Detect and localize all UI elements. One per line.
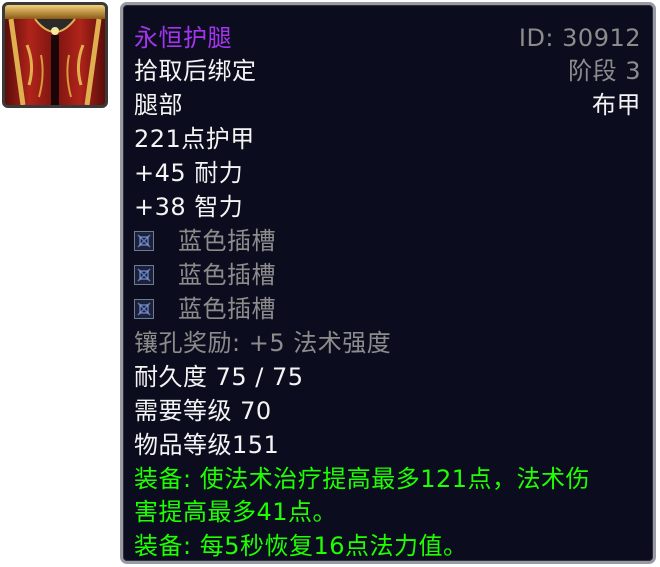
blue-socket-icon	[134, 299, 154, 319]
socket-label: 蓝色插槽	[178, 227, 276, 255]
armor-value: 221点护甲	[134, 125, 255, 153]
socket-slot: 蓝色插槽	[134, 260, 276, 290]
stat-stamina: +45 耐力	[134, 159, 244, 187]
socket-label: 蓝色插槽	[178, 261, 276, 289]
equip-effect-line: 装备: 使法术治疗提高最多121点，法术伤	[134, 465, 591, 493]
socket-label: 蓝色插槽	[178, 295, 276, 323]
item-level: 物品等级151	[134, 431, 280, 459]
durability: 耐久度 75 / 75	[134, 363, 304, 391]
blue-socket-icon	[134, 231, 154, 251]
item-stage: 阶段 3	[568, 57, 641, 85]
stat-intellect: +38 智力	[134, 193, 244, 221]
equip-effect-line: 装备: 每5秒恢复16点法力值。	[134, 532, 468, 560]
equip-effect-line: 害提高最多41点。	[134, 498, 338, 526]
leggings-icon[interactable]	[2, 2, 108, 108]
socket-slot: 蓝色插槽	[134, 294, 276, 324]
required-level: 需要等级 70	[134, 397, 272, 425]
item-slot: 腿部	[134, 91, 183, 119]
bind-type: 拾取后绑定	[134, 57, 257, 85]
socket-bonus: 镶孔奖励: +5 法术强度	[134, 329, 392, 357]
item-name: 永恒护腿	[134, 24, 232, 52]
item-tooltip: 永恒护腿 ID: 30912 拾取后绑定 阶段 3 腿部 布甲 221点护甲 +…	[120, 2, 656, 564]
armor-type: 布甲	[592, 91, 641, 119]
item-tooltip-screen: 永恒护腿 ID: 30912 拾取后绑定 阶段 3 腿部 布甲 221点护甲 +…	[0, 0, 660, 567]
socket-slot: 蓝色插槽	[134, 226, 276, 256]
blue-socket-icon	[134, 265, 154, 285]
item-id: ID: 30912	[518, 24, 641, 52]
